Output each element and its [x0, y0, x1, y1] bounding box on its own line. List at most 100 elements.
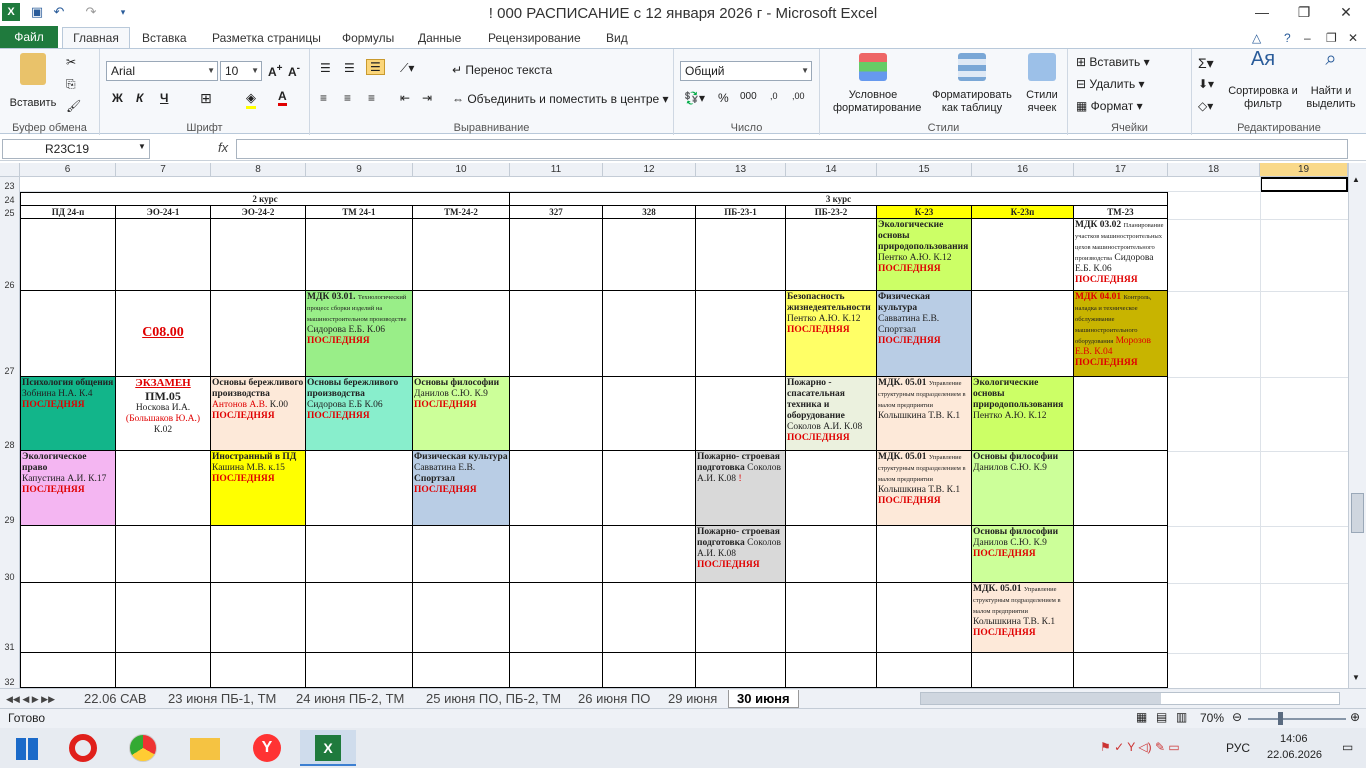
group-header[interactable]: ЭО-24-1 — [116, 206, 211, 219]
schedule-cell[interactable]: Основы философии Данилов С.Ю. К.9 ПОСЛЕД… — [413, 377, 510, 451]
empty-cell[interactable] — [306, 451, 413, 526]
notifications-icon[interactable]: ▭ — [1342, 740, 1353, 754]
empty-cell[interactable] — [877, 653, 972, 688]
align-middle-icon[interactable]: ☰ — [344, 61, 355, 75]
empty-cell[interactable] — [510, 526, 603, 583]
empty-cell[interactable] — [211, 291, 306, 377]
decrease-indent-icon[interactable]: ⇤ — [400, 91, 410, 105]
empty-cell[interactable] — [20, 653, 116, 688]
bold-button[interactable]: Ж — [112, 91, 123, 105]
row-header[interactable]: 24 — [0, 192, 20, 206]
row-header[interactable]: 29 — [0, 451, 20, 526]
decrease-decimal-icon[interactable]: ,00 — [792, 91, 805, 101]
increase-decimal-icon[interactable]: ,0 — [770, 91, 778, 101]
horizontal-scrollbar[interactable] — [920, 692, 1340, 705]
file-explorer-icon[interactable] — [176, 730, 234, 766]
empty-cell[interactable] — [603, 526, 696, 583]
row-header[interactable]: 27 — [0, 291, 20, 377]
row-header[interactable]: 32 — [0, 653, 20, 688]
empty-cell[interactable] — [20, 583, 116, 653]
tab-page-layout[interactable]: Разметка страницы — [204, 28, 329, 48]
empty-cell[interactable] — [510, 219, 603, 291]
schedule-cell[interactable]: Экологическое право Капустина А.И. К.17 … — [20, 451, 116, 526]
percent-icon[interactable]: % — [718, 91, 729, 105]
schedule-cell[interactable]: Физическая культура Савватина Е.В. Спорт… — [413, 451, 510, 526]
row-header[interactable]: 26 — [0, 219, 20, 291]
restore-icon[interactable]: ❐ — [1284, 0, 1324, 24]
empty-cell[interactable] — [413, 583, 510, 653]
underline-button[interactable]: Ч — [160, 91, 168, 105]
wb-close-icon[interactable]: ✕ — [1340, 28, 1366, 48]
row-header[interactable]: 23 — [0, 177, 20, 192]
column-header[interactable]: 10 — [413, 163, 510, 177]
align-left-icon[interactable]: ≡ — [320, 91, 327, 105]
format-painter-icon[interactable]: 🖌 — [66, 99, 81, 113]
empty-cell[interactable] — [413, 526, 510, 583]
group-header[interactable]: К-23п — [972, 206, 1074, 219]
schedule-cell[interactable]: МДК. 05.01 Управление структурным подраз… — [877, 377, 972, 451]
normal-view-icon[interactable]: ▦ — [1136, 710, 1147, 724]
sort-filter-button[interactable]: Ая Сортировка и фильтр — [1228, 49, 1298, 111]
schedule-cell[interactable]: Безопасность жизнедеятельности Пентко А.… — [786, 291, 877, 377]
sheet-tab[interactable]: 24 июня ПБ-2, ТМ — [288, 690, 412, 708]
schedule-cell[interactable]: Экологические основы природопользования … — [877, 219, 972, 291]
copy-icon[interactable]: ⎘ — [66, 77, 76, 92]
group-header[interactable]: ЭО-24-2 — [211, 206, 306, 219]
empty-cell[interactable] — [510, 583, 603, 653]
empty-cell[interactable] — [603, 291, 696, 377]
column-header[interactable]: 8 — [211, 163, 306, 177]
group-header[interactable]: 328 — [603, 206, 696, 219]
align-bottom-icon[interactable]: ☰ — [366, 59, 385, 75]
group-header[interactable]: ПБ-23-2 — [786, 206, 877, 219]
empty-cell[interactable] — [306, 526, 413, 583]
merge-center-button[interactable]: ⇔ Объединить и поместить в центре ▾ — [452, 92, 669, 106]
format-cells-button[interactable]: ▦ Формат ▾ — [1076, 99, 1143, 113]
number-format-combo[interactable]: Общий ▼ — [680, 61, 812, 81]
scroll-down-icon[interactable]: ▼ — [1352, 673, 1360, 682]
sheet-tab-active[interactable]: 30 июня — [728, 690, 799, 708]
schedule-cell[interactable]: Пожарно- строевая подготовка Соколов А.И… — [696, 451, 786, 526]
empty-cell[interactable] — [211, 653, 306, 688]
schedule-cell[interactable]: С08.00 — [116, 291, 211, 377]
page-layout-view-icon[interactable]: ▤ — [1156, 710, 1167, 724]
increase-indent-icon[interactable]: ⇥ — [422, 91, 432, 105]
empty-cell[interactable] — [877, 583, 972, 653]
clear-icon[interactable]: ◇▾ — [1198, 99, 1213, 113]
zoom-out-icon[interactable]: ⊖ — [1232, 710, 1242, 724]
empty-cell[interactable] — [211, 219, 306, 291]
course-label[interactable]: 2 курс — [20, 192, 510, 206]
paste-button[interactable]: Вставить — [8, 53, 58, 110]
column-header[interactable]: 16 — [972, 163, 1074, 177]
zoom-slider[interactable] — [1248, 718, 1346, 720]
column-header[interactable]: 15 — [877, 163, 972, 177]
schedule-cell[interactable]: МДК. 05.01 Управление структурным подраз… — [877, 451, 972, 526]
group-header[interactable]: ТМ-23 — [1074, 206, 1168, 219]
schedule-cell[interactable]: Пожарно - спасательная техника и оборудо… — [786, 377, 877, 451]
sheet-tab[interactable]: 23 июня ПБ-1, ТМ — [160, 690, 284, 708]
windows-start-icon[interactable] — [0, 730, 54, 766]
italic-button[interactable]: К — [136, 91, 143, 105]
align-center-icon[interactable]: ≡ — [344, 91, 351, 105]
empty-cell[interactable] — [696, 291, 786, 377]
selected-cell[interactable] — [1260, 177, 1348, 192]
close-icon[interactable]: ✕ — [1326, 0, 1366, 24]
h-scroll-thumb[interactable] — [921, 693, 1161, 704]
column-header[interactable]: 18 — [1168, 163, 1260, 177]
empty-cell[interactable] — [696, 377, 786, 451]
orientation-icon[interactable]: ⟋▾ — [400, 61, 414, 76]
column-header[interactable]: 11 — [510, 163, 603, 177]
empty-cell[interactable] — [20, 219, 116, 291]
group-header[interactable]: ПД 24-п — [20, 206, 116, 219]
schedule-cell[interactable]: Пожарно- строевая подготовка Соколов А.И… — [696, 526, 786, 583]
schedule-cell[interactable]: Основы бережливого производства Сидорова… — [306, 377, 413, 451]
empty-cell[interactable] — [116, 583, 211, 653]
empty-cell[interactable] — [696, 583, 786, 653]
empty-cell[interactable] — [1074, 653, 1168, 688]
empty-cell[interactable] — [603, 653, 696, 688]
column-header[interactable]: 9 — [306, 163, 413, 177]
clock-date[interactable]: 22.06.2026 — [1267, 749, 1322, 761]
empty-cell[interactable] — [510, 377, 603, 451]
empty-cell[interactable] — [1074, 583, 1168, 653]
empty-cell[interactable] — [510, 291, 603, 377]
empty-cell[interactable] — [116, 653, 211, 688]
